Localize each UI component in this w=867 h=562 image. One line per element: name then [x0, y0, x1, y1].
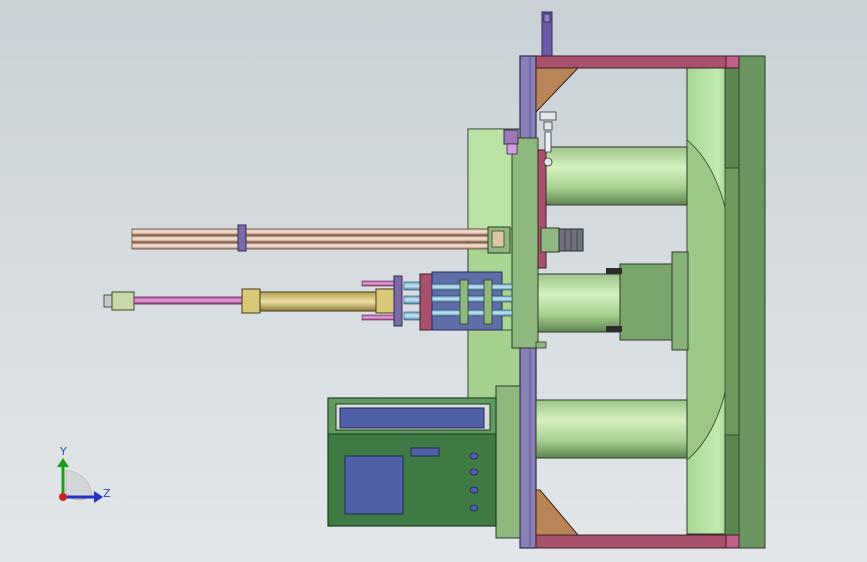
cad-viewport[interactable]: Y Z — [0, 0, 867, 562]
y-axis-arrow-icon — [57, 458, 69, 467]
z-axis-label: Z — [103, 487, 111, 500]
x-axis-dot-icon — [59, 493, 67, 501]
y-axis-label: Y — [59, 445, 67, 458]
orientation-triad: Y Z — [57, 445, 111, 503]
z-axis-arrow-icon — [94, 491, 103, 503]
